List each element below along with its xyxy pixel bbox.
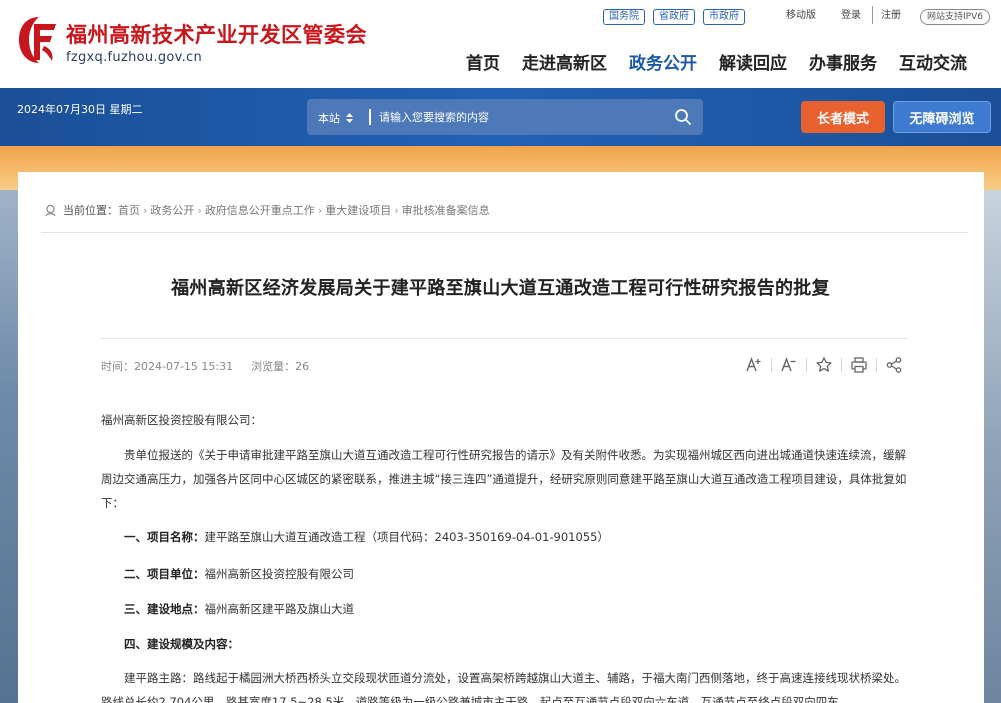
nav-gov-affairs[interactable]: 政务公开 <box>629 49 697 74</box>
divider <box>41 232 968 233</box>
item-label: 三、建设地点： <box>124 602 205 616</box>
article-meta: 时间：2024-07-15 15:31 浏览量：26 <box>101 358 309 374</box>
article-title: 福州高新区经济发展局关于建平路至旗山大道互通改造工程可行性研究报告的批复 <box>171 278 830 299</box>
breadcrumb-approval-info[interactable]: 审批核准备案信息 <box>402 202 490 218</box>
breadcrumb-separator: › <box>143 203 148 217</box>
site-url: fzgxq.fuzhou.gov.cn <box>66 50 203 65</box>
divider <box>876 358 877 372</box>
nav-services[interactable]: 办事服务 <box>809 49 877 74</box>
view-count-label: 浏览量： <box>251 360 296 373</box>
item-label: 二、项目单位： <box>124 567 205 581</box>
mobile-version-link[interactable]: 移动版 <box>786 9 816 23</box>
print-icon[interactable] <box>849 355 869 375</box>
current-date: 2024年07月30日 星期二 <box>17 103 143 116</box>
accessible-browsing-button[interactable]: 无障碍浏览 <box>893 101 991 133</box>
breadcrumb-key-work[interactable]: 政府信息公开重点工作 <box>205 202 315 218</box>
item-scale-heading: 四、建设规模及内容： <box>124 636 932 652</box>
item-value: 福州高新区投资控股有限公司 <box>204 567 355 581</box>
nav-interpretation[interactable]: 解读回应 <box>719 49 787 74</box>
item-project-unit: 二、项目单位：福州高新区投资控股有限公司 <box>124 566 932 582</box>
item-value: 建平路至旗山大道互通改造工程（项目代码：2403-350169-04-01-90… <box>204 530 609 544</box>
breadcrumb-separator: › <box>197 203 202 217</box>
breadcrumb-separator: › <box>394 203 399 217</box>
breadcrumb-separator: › <box>317 203 323 217</box>
font-increase-icon[interactable] <box>744 355 764 375</box>
breadcrumb-home[interactable]: 首页 <box>118 202 140 218</box>
item-label: 一、项目名称： <box>124 530 205 544</box>
article-paragraph: 建平路主路：路线起于橘园洲大桥西桥头立交段现状匝道分流处，设置高架桥跨越旗山大道… <box>101 671 906 703</box>
cityscape-left <box>0 190 18 703</box>
salutation: 福州高新区投资控股有限公司： <box>101 413 262 427</box>
search-scope-select[interactable]: 本站 <box>318 110 353 126</box>
breadcrumb-major-projects[interactable]: 重大建设项目 <box>325 202 391 218</box>
nav-interaction[interactable]: 互动交流 <box>899 49 967 74</box>
breadcrumb: 当前位置： 首页 › 政务公开 › 政府信息公开重点工作 › 重大建设项目 › … <box>44 202 490 218</box>
search-box: 本站 <box>307 99 703 135</box>
article-paragraph: 贵单位报送的《关于申请审批建平路至旗山大道互通改造工程可行性研究报告的请示》及有… <box>101 448 907 510</box>
publish-time-value: 2024-07-15 15:31 <box>134 360 234 373</box>
search-input[interactable] <box>379 107 659 127</box>
site-logo-icon[interactable] <box>16 14 62 66</box>
search-icon[interactable] <box>674 108 692 126</box>
register-link[interactable]: 注册 <box>881 9 901 23</box>
view-count-value: 26 <box>295 360 310 373</box>
publish-time-label: 时间： <box>101 360 134 373</box>
link-provincial-gov[interactable]: 省政府 <box>653 9 695 25</box>
login-link[interactable]: 登录 <box>841 9 861 23</box>
favorite-star-icon[interactable] <box>814 355 834 375</box>
divider <box>99 338 909 339</box>
item-label: 四、建设规模及内容： <box>124 637 239 651</box>
view-count: 浏览量：26 <box>251 358 309 374</box>
share-icon[interactable] <box>884 355 904 375</box>
sort-icon <box>346 113 353 123</box>
search-divider <box>369 109 371 125</box>
top-links: 国务院 省政府 市政府 <box>603 9 745 25</box>
item-value: 福州高新区建平路及旗山大道 <box>204 602 355 616</box>
divider <box>872 6 873 24</box>
link-city-gov[interactable]: 市政府 <box>703 9 745 25</box>
nav-about[interactable]: 走进高新区 <box>522 49 607 74</box>
nav-home[interactable]: 首页 <box>466 49 500 74</box>
link-state-council[interactable]: 国务院 <box>603 9 645 25</box>
ipv6-badge: 网站支持IPV6 <box>920 9 990 25</box>
divider <box>841 358 842 372</box>
item-project-name: 一、项目名称：建平路至旗山大道互通改造工程（项目代码：2403-350169-0… <box>124 529 932 545</box>
location-pin-icon <box>45 204 56 216</box>
divider <box>806 358 807 372</box>
divider <box>771 358 772 372</box>
breadcrumb-label: 当前位置： <box>63 204 118 217</box>
search-scope-label: 本站 <box>318 112 340 125</box>
cityscape-right <box>983 190 1001 703</box>
item-location: 三、建设地点：福州高新区建平路及旗山大道 <box>124 601 932 617</box>
breadcrumb-gov-affairs[interactable]: 政务公开 <box>150 202 194 218</box>
site-title[interactable]: 福州高新技术产业开发区管委会 <box>66 19 367 49</box>
content-card <box>18 172 984 703</box>
article-tools <box>744 355 904 375</box>
elder-mode-button[interactable]: 长者模式 <box>801 101 885 133</box>
main-nav: 首页 走进高新区 政务公开 解读回应 办事服务 互动交流 <box>466 49 967 74</box>
font-decrease-icon[interactable] <box>779 355 799 375</box>
publish-time: 时间：2024-07-15 15:31 <box>101 358 233 374</box>
